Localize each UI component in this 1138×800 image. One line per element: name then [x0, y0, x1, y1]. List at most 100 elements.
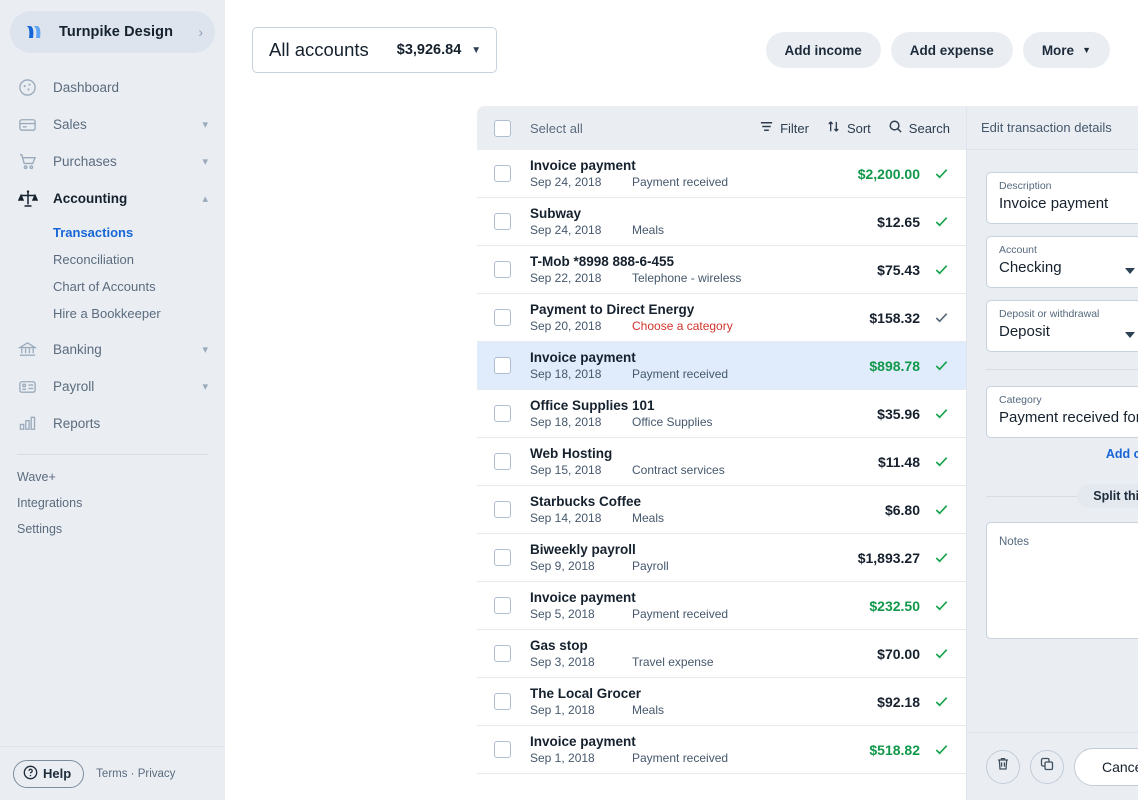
row-checkbox[interactable] [494, 453, 511, 470]
filter-label: Filter [780, 121, 809, 136]
sidebar-item-transactions[interactable]: Transactions [0, 219, 225, 246]
direction-label: Deposit or withdrawal [999, 308, 1134, 321]
row-verified-check[interactable] [920, 213, 950, 230]
deposit-withdrawal-field[interactable]: Deposit or withdrawal Deposit [986, 300, 1138, 352]
duplicate-button[interactable] [1030, 750, 1064, 784]
row-checkbox[interactable] [494, 645, 511, 662]
sidebar-item-label: Payroll [53, 379, 202, 394]
row-verified-check[interactable] [920, 549, 950, 566]
sidebar-item-accounting[interactable]: Accounting ▴ [0, 180, 225, 217]
table-row[interactable]: Biweekly payrollSep 9, 2018Payroll$1,893… [477, 534, 966, 582]
sidebar-item-reconciliation[interactable]: Reconciliation [0, 246, 225, 273]
sidebar-item-chart-of-accounts[interactable]: Chart of Accounts [0, 273, 225, 300]
copy-icon [1039, 756, 1055, 777]
description-field[interactable]: Description Invoice payment [986, 172, 1138, 224]
row-verified-check[interactable] [920, 309, 950, 326]
badge-icon [18, 377, 44, 396]
delete-button[interactable] [986, 750, 1020, 784]
row-body: Gas stopSep 3, 2018Travel expense [530, 638, 877, 669]
sidebar-item-reports[interactable]: Reports [0, 405, 225, 442]
table-row[interactable]: Invoice paymentSep 5, 2018Payment receiv… [477, 582, 966, 630]
sidebar-item-dashboard[interactable]: Dashboard [0, 69, 225, 106]
sidebar-item-sales[interactable]: Sales ▾ [0, 106, 225, 143]
table-row[interactable]: Starbucks CoffeeSep 14, 2018Meals$6.80 [477, 486, 966, 534]
row-checkbox[interactable] [494, 501, 511, 518]
row-verified-check[interactable] [920, 357, 950, 374]
brand-switcher[interactable]: Turnpike Design › [10, 11, 215, 53]
row-verified-check[interactable] [920, 453, 950, 470]
cancel-button[interactable]: Cancel [1074, 748, 1138, 786]
table-row[interactable]: Invoice paymentSep 18, 2018Payment recei… [477, 342, 966, 390]
terms-privacy-links[interactable]: Terms · Privacy [96, 768, 175, 780]
minor-label: Wave+ [17, 470, 56, 484]
filter-button[interactable]: Filter [759, 119, 809, 137]
add-expense-button[interactable]: Add expense [891, 32, 1013, 68]
row-date: Sep 14, 2018 [530, 511, 632, 525]
row-checkbox[interactable] [494, 357, 511, 374]
row-verified-check[interactable] [920, 645, 950, 662]
sidebar-item-hire-a-bookkeeper[interactable]: Hire a Bookkeeper [0, 300, 225, 327]
add-income-button[interactable]: Add income [766, 32, 881, 68]
row-checkbox[interactable] [494, 693, 511, 710]
sidebar-item-payroll[interactable]: Payroll ▾ [0, 368, 225, 405]
select-all-label[interactable]: Select all [530, 121, 583, 136]
sidebar-item-purchases[interactable]: Purchases ▾ [0, 143, 225, 180]
row-body: Invoice paymentSep 5, 2018Payment receiv… [530, 590, 869, 621]
sort-button[interactable]: Sort [826, 119, 871, 137]
row-category-prompt[interactable]: Choose a category [632, 319, 733, 333]
table-row[interactable]: Invoice paymentSep 24, 2018Payment recei… [477, 150, 966, 198]
row-checkbox[interactable] [494, 405, 511, 422]
row-checkbox[interactable] [494, 741, 511, 758]
chevron-down-icon: ▾ [202, 118, 208, 131]
category-field[interactable]: Category Payment received for an invoice [986, 386, 1138, 438]
row-category: Office Supplies [632, 415, 713, 429]
caret-down-icon [1125, 268, 1135, 274]
help-button[interactable]: Help [13, 760, 84, 788]
table-row[interactable]: Invoice paymentSep 1, 2018Payment receiv… [477, 726, 966, 774]
more-button[interactable]: More ▼ [1023, 32, 1110, 68]
scales-icon [18, 189, 44, 209]
row-checkbox[interactable] [494, 549, 511, 566]
row-verified-check[interactable] [920, 597, 950, 614]
table-row[interactable]: The Local GrocerSep 1, 2018Meals$92.18 [477, 678, 966, 726]
add-customer-link[interactable]: Add customer [1106, 447, 1138, 461]
table-row[interactable]: Office Supplies 101Sep 18, 2018Office Su… [477, 390, 966, 438]
row-subline: Sep 3, 2018Travel expense [530, 655, 877, 669]
sidebar-item-banking[interactable]: Banking ▾ [0, 331, 225, 368]
row-checkbox[interactable] [494, 261, 511, 278]
row-verified-check[interactable] [920, 405, 950, 422]
row-checkbox[interactable] [494, 597, 511, 614]
table-row[interactable]: Payment to Direct EnergySep 20, 2018Choo… [477, 294, 966, 342]
row-verified-check[interactable] [920, 261, 950, 278]
select-all-checkbox[interactable] [494, 120, 511, 137]
account-selector[interactable]: All accounts $3,926.84 ▼ [252, 27, 497, 73]
row-title: The Local Grocer [530, 686, 877, 702]
sidebar-item-integrations[interactable]: Integrations [0, 490, 225, 516]
row-verified-check[interactable] [920, 693, 950, 710]
row-verified-check[interactable] [920, 501, 950, 518]
search-button[interactable]: Search [888, 119, 950, 137]
row-checkbox[interactable] [494, 165, 511, 182]
notes-field[interactable]: Notes [986, 522, 1138, 639]
row-category: Payment received [632, 751, 728, 765]
row-category: Meals [632, 703, 664, 717]
account-field[interactable]: Account Checking [986, 236, 1138, 288]
sidebar-item-wave-plus[interactable]: Wave+ [0, 464, 225, 490]
table-row[interactable]: Gas stopSep 3, 2018Travel expense$70.00 [477, 630, 966, 678]
table-row[interactable]: Web HostingSep 15, 2018Contract services… [477, 438, 966, 486]
row-title: Invoice payment [530, 350, 869, 366]
minor-label: Integrations [17, 496, 82, 510]
notes-placeholder: Notes [999, 536, 1029, 548]
row-title: Web Hosting [530, 446, 878, 462]
row-category: Payroll [632, 559, 669, 573]
row-title: Invoice payment [530, 734, 869, 750]
row-checkbox[interactable] [494, 309, 511, 326]
row-checkbox[interactable] [494, 213, 511, 230]
split-deposit-button[interactable]: Split this deposit [1077, 484, 1138, 508]
row-verified-check[interactable] [920, 741, 950, 758]
table-row[interactable]: SubwaySep 24, 2018Meals$12.65 [477, 198, 966, 246]
table-row[interactable]: T-Mob *8998 888-6-455Sep 22, 2018Telepho… [477, 246, 966, 294]
row-verified-check[interactable] [920, 165, 950, 182]
sidebar-item-settings[interactable]: Settings [0, 516, 225, 542]
row-amount: $75.43 [877, 262, 920, 278]
